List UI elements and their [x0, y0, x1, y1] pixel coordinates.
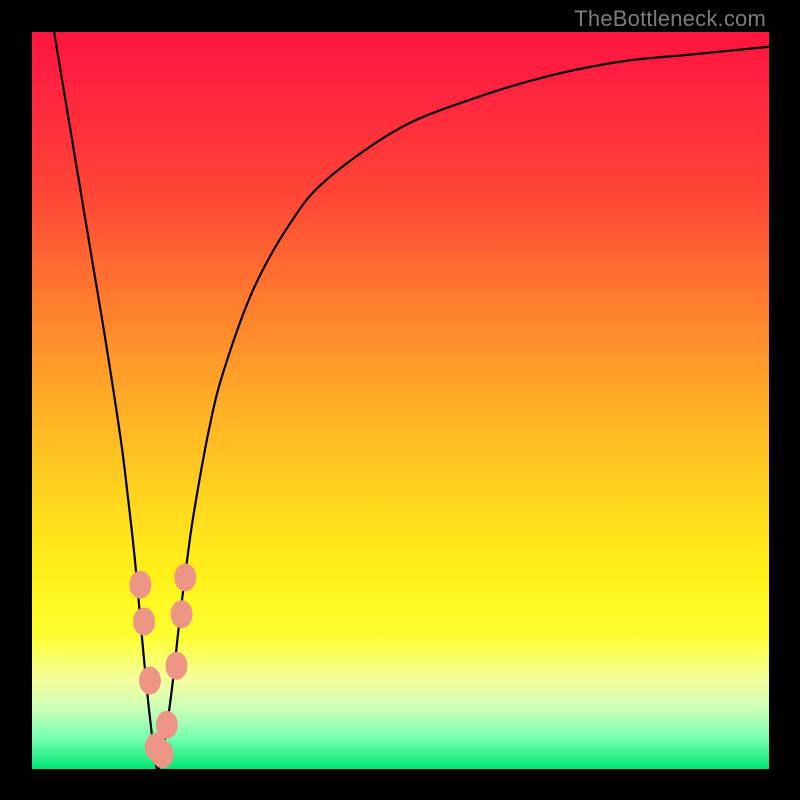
- data-marker: [151, 740, 173, 768]
- data-marker: [165, 652, 187, 680]
- plot-area: [32, 32, 769, 769]
- data-markers: [129, 563, 196, 768]
- data-marker: [174, 563, 196, 591]
- data-marker: [171, 600, 193, 628]
- data-marker: [129, 571, 151, 599]
- chart-frame: TheBottleneck.com: [0, 0, 800, 800]
- attribution-watermark: TheBottleneck.com: [574, 6, 766, 32]
- bottleneck-curve: [54, 32, 769, 769]
- data-marker: [156, 711, 178, 739]
- curve-line: [54, 32, 769, 769]
- data-marker: [133, 608, 155, 636]
- chart-svg: [32, 32, 769, 769]
- data-marker: [139, 667, 161, 695]
